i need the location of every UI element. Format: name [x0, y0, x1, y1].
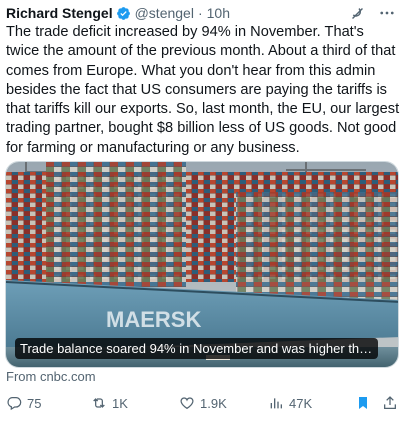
ship-brand-label: MAERSK: [106, 307, 201, 332]
separator-dot: ·: [197, 5, 203, 21]
like-count: 1.9K: [200, 395, 227, 411]
more-options-icon[interactable]: [378, 4, 396, 22]
heart-icon: [180, 397, 194, 410]
action-bar: 75 1K 1.9K 47K: [6, 395, 398, 415]
repost-count: 1K: [112, 395, 128, 411]
author-name[interactable]: Richard Stengel: [6, 5, 113, 21]
author-handle[interactable]: @stengel: [135, 5, 194, 21]
header-actions: [348, 4, 396, 22]
share-button[interactable]: [382, 395, 398, 411]
post-time[interactable]: 10h: [207, 5, 230, 21]
views-chart-icon: [270, 398, 282, 409]
views-button[interactable]: 47K: [268, 395, 312, 411]
verified-badge-icon: [116, 6, 131, 21]
bookmark-button[interactable]: [355, 395, 371, 411]
bookmark-icon: [359, 397, 367, 409]
grok-icon[interactable]: [348, 4, 366, 22]
repost-icon: [93, 398, 105, 408]
tweet-header: Richard Stengel @stengel · 10h: [6, 4, 398, 22]
reply-icon: [7, 397, 22, 411]
repost-button[interactable]: 1K: [91, 395, 128, 411]
card-source[interactable]: From cnbc.com: [6, 369, 96, 384]
reply-button[interactable]: 75: [6, 395, 41, 411]
reply-count: 75: [27, 395, 42, 411]
card-caption: Trade balance soared 94% in November and…: [15, 338, 378, 359]
views-count: 47K: [289, 395, 313, 411]
link-card[interactable]: MAERSK Trade balance soared 94% in Novem…: [5, 161, 399, 368]
share-icon: [384, 396, 396, 409]
like-button[interactable]: 1.9K: [179, 395, 227, 411]
tweet-text: The trade deficit increased by 94% in No…: [6, 24, 404, 156]
